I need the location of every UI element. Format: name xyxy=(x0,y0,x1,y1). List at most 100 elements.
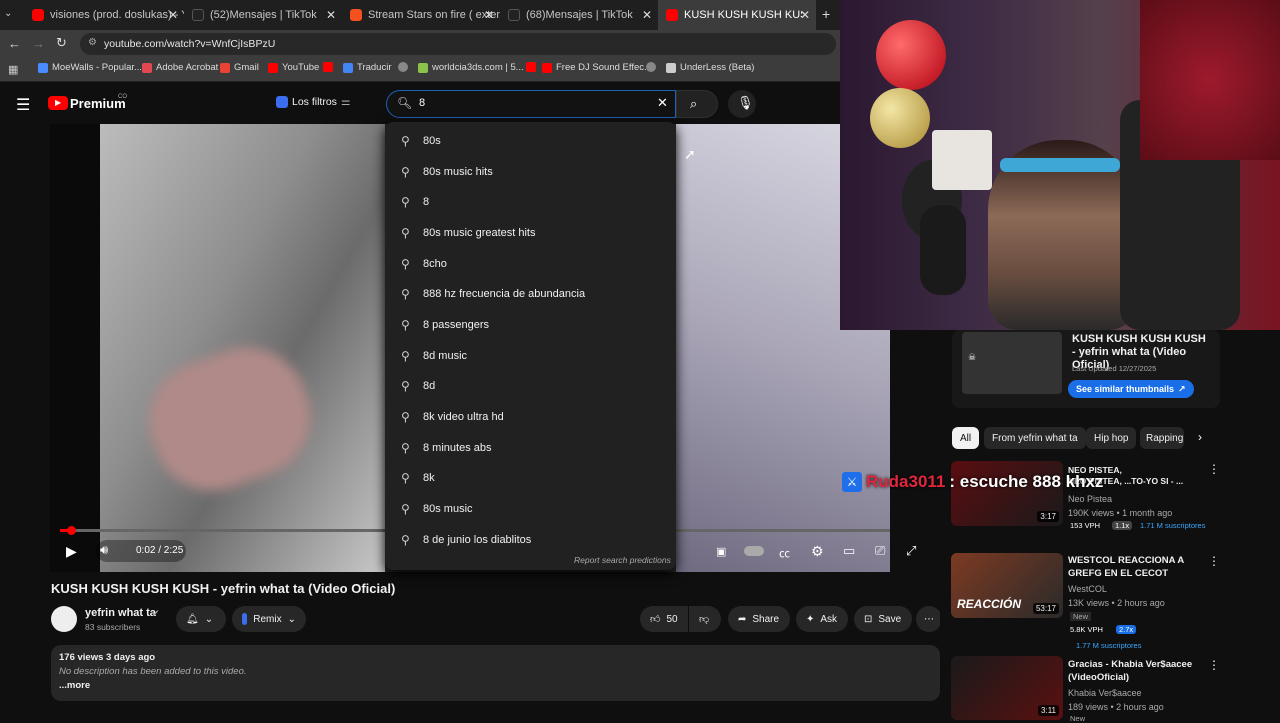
subscribers-badge: 1.71 M suscriptores xyxy=(1140,521,1206,530)
save-button[interactable]: ⊡ Save xyxy=(854,606,912,632)
bookmark-underless[interactable]: UnderLess (Beta) xyxy=(666,62,754,73)
related-video-channel[interactable]: WestCOL xyxy=(1068,584,1107,594)
suggestion-item[interactable]: ⚲ 8 de junio los diablitos xyxy=(385,525,676,555)
search-button[interactable]: ⌕ xyxy=(676,90,718,118)
captions-icon[interactable]: ㏄ xyxy=(779,545,790,561)
fullscreen-icon[interactable]: ⤢ xyxy=(906,543,916,559)
bookmark-youtube-2[interactable] xyxy=(323,62,333,72)
suggestion-item[interactable]: ⚲ 8d xyxy=(385,371,676,401)
forward-arrow-icon[interactable]: → xyxy=(32,36,45,51)
description-box[interactable]: 176 views 3 days ago No description has … xyxy=(51,645,940,701)
suggestion-text: 8d xyxy=(423,380,436,392)
play-button-icon[interactable]: ▶ xyxy=(66,543,77,560)
chip-hip-hop[interactable]: Hip hop xyxy=(1086,427,1137,449)
tab-0[interactable]: visiones (prod. doslukas) - YouT✕ xyxy=(24,0,184,30)
bookmark-youtube[interactable]: YouTube xyxy=(268,62,319,73)
bookmark-adobe[interactable]: Adobe Acrobat xyxy=(142,62,218,73)
cast-icon[interactable]: ⎚ xyxy=(875,543,885,559)
arrow-icon: ↗ xyxy=(1178,383,1186,394)
related-video-meta: 13K views • 2 hours ago xyxy=(1068,598,1165,608)
apps-grid-icon[interactable]: ▦ xyxy=(8,63,18,76)
hamburger-menu-icon[interactable]: ☰ xyxy=(16,95,30,115)
autoplay-toggle[interactable] xyxy=(744,546,764,556)
back-arrow-icon[interactable]: ← xyxy=(8,36,21,51)
bookmark-dj-sound[interactable]: Free DJ Sound Effec... xyxy=(542,62,652,73)
bookmark-gmail[interactable]: Gmail xyxy=(220,62,259,73)
close-tab-icon[interactable]: ✕ xyxy=(168,8,178,22)
suggestion-item[interactable]: ⚲ 8k xyxy=(385,463,676,493)
suggestion-item[interactable]: ⚲ 8 minutes abs xyxy=(385,433,676,463)
suggestion-item[interactable]: ⚲ 80s music hits xyxy=(385,157,676,187)
remix-button[interactable]: Remix ⌄ xyxy=(232,606,306,632)
bookmark-globe[interactable] xyxy=(398,62,408,72)
youtube-logo-icon[interactable]: ▶ xyxy=(48,96,68,110)
see-similar-thumbnails-button[interactable]: See similar thumbnails ↗ xyxy=(1068,380,1194,398)
bookmark-globe-2[interactable] xyxy=(646,62,656,72)
chips-next-chevron-icon[interactable]: › xyxy=(1198,430,1202,444)
related-video-thumbnail[interactable]: REACCIÓN 53:17 xyxy=(951,553,1063,618)
chip-rapping[interactable]: Rapping xyxy=(1140,427,1184,449)
clear-search-icon[interactable]: ✕ xyxy=(657,95,668,111)
voice-search-button[interactable]: 🎙︎ xyxy=(728,90,756,118)
bookmark-youtube-3[interactable] xyxy=(526,62,536,72)
more-options-icon[interactable]: ⋮ xyxy=(1208,462,1220,476)
miniplayer-icon[interactable]: ▭ xyxy=(843,543,855,559)
bookmark-translate[interactable]: Traducir xyxy=(343,62,392,73)
tab-1[interactable]: (52)Mensajes | TikTok ✕ xyxy=(184,0,342,30)
tab-search-icon[interactable]: ⌄ xyxy=(4,8,12,19)
channel-name[interactable]: yefrin what ta xyxy=(85,607,156,619)
suggestion-item[interactable]: ⚲ 8 passengers xyxy=(385,310,676,340)
ask-button[interactable]: ✦ Ask xyxy=(796,606,848,632)
more-options-icon[interactable]: ⋮ xyxy=(1208,658,1220,672)
tab-2[interactable]: Stream Stars on fire ( extended✕ xyxy=(342,0,500,30)
close-tab-icon[interactable]: ✕ xyxy=(326,8,336,22)
suggestion-item[interactable]: ⚲ 8k video ultra hd xyxy=(385,402,676,432)
search-icon: ⚲ xyxy=(401,318,410,332)
chip-all[interactable]: All xyxy=(952,427,980,449)
suggestion-item[interactable]: ⚲ 80s music greatest hits xyxy=(385,218,676,248)
reload-icon[interactable]: ↻ xyxy=(56,35,67,51)
settings-gear-icon[interactable]: ⚙ xyxy=(811,543,824,560)
progress-scrubber[interactable] xyxy=(67,526,76,535)
suggestion-item[interactable]: ⚲ 8d music xyxy=(385,341,676,371)
tab-label: visiones (prod. doslukas) - YouT xyxy=(50,9,184,21)
bookmark-moewalls[interactable]: MoeWalls - Popular... xyxy=(38,62,142,73)
show-more-link[interactable]: ...more xyxy=(59,680,90,691)
suggestion-item[interactable]: ⚲ 8cho xyxy=(385,249,676,279)
volume-icon[interactable]: 🔊︎ xyxy=(100,542,108,558)
bookmark-worldcia[interactable]: worldcia3ds.com | 5... xyxy=(418,62,524,73)
iq-extension-icon[interactable]: ▣ xyxy=(716,545,726,558)
dislike-button[interactable]: 👎︎ xyxy=(689,606,721,632)
chat-overlay: ⚔ Ruda3011 : escuche 888 khxz xyxy=(842,468,1172,496)
suggestion-item[interactable]: ⚲ 80s music xyxy=(385,494,676,524)
channel-avatar[interactable] xyxy=(51,606,77,632)
url-field[interactable]: ⚙ youtube.com/watch?v=WnfCjIsBPzU xyxy=(80,33,836,55)
new-tab-button[interactable]: + xyxy=(822,6,830,22)
gift-wrap-wall xyxy=(1140,0,1280,160)
related-video-thumbnail[interactable]: 3:11 xyxy=(951,656,1063,720)
chip-from-channel[interactable]: From yefrin what ta xyxy=(984,427,1086,449)
related-video-title[interactable]: Gracias - Khabia Ver$aacee (VideoOficial… xyxy=(1068,658,1198,684)
suggestion-item[interactable]: ⚲ 888 hz frecuencia de abundancia xyxy=(385,279,676,309)
search-icon: ⚲ xyxy=(401,195,410,209)
tab-4-active[interactable]: KUSH KUSH KUSH KUSH - yefri✕ xyxy=(658,0,816,30)
close-tab-icon[interactable]: ✕ xyxy=(484,8,494,22)
search-input[interactable]: 🔍︎ 8 ✕ xyxy=(386,90,676,118)
close-tab-icon[interactable]: ✕ xyxy=(642,8,652,22)
like-button[interactable]: 👍︎ 50 xyxy=(640,606,688,632)
report-predictions-link[interactable]: Report search predictions xyxy=(574,555,671,565)
related-video-title[interactable]: WESTCOL REACCIONA A GREFG EN EL CECOT xyxy=(1068,554,1198,580)
chevron-down-icon: ⌄ xyxy=(204,613,214,625)
filters-extension-button[interactable]: Los filtros ⚌ xyxy=(276,96,350,108)
close-tab-icon[interactable]: ✕ xyxy=(800,8,810,22)
notifications-subscribe-button[interactable]: 🔔︎ ⌄ xyxy=(176,606,226,632)
search-icon: ⚲ xyxy=(401,226,410,240)
related-video-channel[interactable]: Khabia Ver$aacee xyxy=(1068,688,1142,698)
share-button[interactable]: ➦ Share xyxy=(728,606,790,632)
site-info-icon[interactable]: ⚙ xyxy=(88,37,97,48)
suggestion-item[interactable]: ⚲ 80s xyxy=(385,126,676,156)
more-actions-button[interactable]: ⋯ xyxy=(916,606,942,632)
more-options-icon[interactable]: ⋮ xyxy=(1208,554,1220,568)
tab-3[interactable]: (68)Mensajes | TikTok ✕ xyxy=(500,0,658,30)
suggestion-item[interactable]: ⚲ 8 xyxy=(385,187,676,217)
